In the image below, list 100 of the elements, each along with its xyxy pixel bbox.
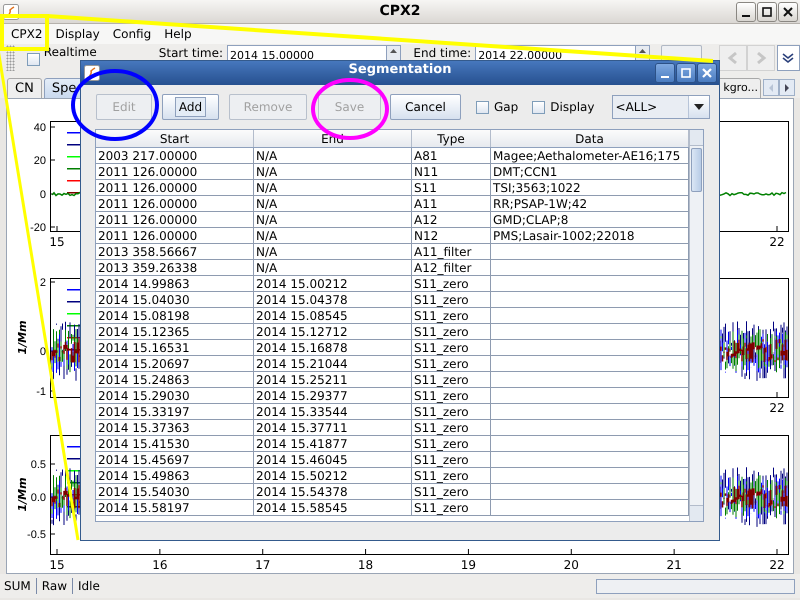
table-cell: 2014 15.49863 — [96, 468, 254, 483]
toolbar-grip[interactable] — [6, 45, 15, 71]
dialog-button[interactable]: Add — [162, 94, 219, 120]
maximize-button[interactable] — [676, 63, 696, 83]
field-label: Start time: — [158, 47, 224, 60]
dialog-button[interactable]: Cancel — [390, 94, 461, 120]
maximize-button[interactable] — [757, 2, 777, 22]
table-cell: S11 — [412, 180, 491, 195]
column-header[interactable]: Start — [96, 130, 254, 147]
table-cell: S11_zero — [412, 340, 491, 355]
axis-label: 1/Mm — [16, 320, 29, 355]
table-cell: 2014 15.50212 — [254, 468, 412, 483]
axis-label: 1/Mm — [16, 477, 29, 512]
table-cell: 2011 126.00000 — [96, 212, 254, 227]
filter-dropdown[interactable]: <ALL> — [612, 95, 710, 119]
tick-label: 22 — [769, 235, 785, 249]
tick-label: 0.5 — [30, 459, 46, 471]
table-cell: S11_zero — [412, 484, 491, 499]
close-button[interactable] — [778, 2, 798, 22]
spin-up-icon — [639, 49, 646, 53]
checkbox-label: Realtime — [44, 46, 97, 59]
table-cell: 2014 15.12712 — [254, 324, 412, 339]
tick-label: 16 — [152, 558, 168, 572]
scrollbar[interactable] — [689, 130, 703, 521]
table-cell: S11_zero — [412, 436, 491, 451]
checkbox[interactable] — [476, 100, 489, 114]
tick-label: 15 — [49, 558, 65, 572]
table-cell: N/A — [254, 260, 412, 275]
table-cell: 2014 14.99863 — [96, 276, 254, 291]
table-cell: S11_zero — [412, 292, 491, 307]
expand-button[interactable] — [776, 45, 800, 71]
checkbox[interactable] — [26, 53, 40, 66]
table-cell: A11 — [412, 196, 491, 211]
tick-label: 20 — [34, 155, 46, 167]
table-cell: S11_zero — [412, 500, 491, 515]
table-cell: 2014 15.54378 — [254, 484, 412, 499]
table-cell: N12 — [412, 228, 491, 243]
table-cell: N/A — [254, 228, 412, 243]
table-cell: S11_zero — [412, 468, 491, 483]
dropdown-arrow-icon — [694, 104, 704, 110]
table-cell: 2014 15.08545 — [254, 308, 412, 323]
triangle-right-icon — [783, 82, 791, 94]
table-cell: 2014 15.16878 — [254, 340, 412, 355]
table-cell: N/A — [254, 164, 412, 179]
column-header[interactable]: Type — [412, 130, 491, 147]
table-cell: S11_zero — [412, 324, 491, 339]
table-cell: 2014 15.20697 — [96, 356, 254, 371]
tick-label: 20 — [564, 558, 579, 572]
minimize-button[interactable] — [736, 2, 756, 22]
tick-label: 0 — [40, 346, 46, 358]
checkbox[interactable] — [532, 100, 546, 114]
table-cell: N/A — [254, 196, 412, 211]
tick-label: 21 — [666, 558, 682, 572]
table-cell: 2011 126.00000 — [96, 180, 254, 195]
tick-label: -20 — [30, 222, 46, 234]
maximize-icon — [678, 65, 694, 81]
table-cell: 2014 15.25211 — [254, 372, 412, 387]
table-cell: 2014 15.58545 — [254, 500, 412, 515]
menu-item[interactable]: CPX2 — [6, 25, 48, 43]
menu-item[interactable]: Display — [50, 25, 105, 43]
minimize-button[interactable] — [655, 63, 675, 83]
table-cell: A12 — [412, 212, 491, 227]
table-cell: 2014 15.04030 — [96, 292, 254, 307]
table-cell: S11_zero — [412, 388, 491, 403]
table-cell: 2014 15.29030 — [96, 388, 254, 403]
table-cell: 2013 358.56667 — [96, 244, 254, 259]
table-cell: N/A — [254, 180, 412, 195]
table-cell: 2014 15.33544 — [254, 404, 412, 419]
table-cell: 2014 15.29377 — [254, 388, 412, 403]
tick-label: 0.0 — [30, 492, 46, 504]
table-cell: N/A — [254, 244, 412, 259]
tick-label: 17 — [255, 558, 270, 572]
table-cell: S11_zero — [412, 420, 491, 435]
table-cell: 2014 15.37711 — [254, 420, 412, 435]
minimize-icon — [742, 14, 750, 16]
tick-label: 0 — [40, 189, 46, 201]
table-cell: 2013 359.26338 — [96, 260, 254, 275]
table-cell: N/A — [254, 212, 412, 227]
field-label: End time: — [413, 47, 472, 60]
tab[interactable]: CN — [7, 78, 42, 98]
status-text: Idle — [78, 578, 100, 595]
table-cell: 2014 15.45697 — [96, 452, 254, 467]
table-cell: A11_filter — [412, 244, 491, 259]
table-cell: S11_zero — [412, 404, 491, 419]
tick-label: -1 — [36, 386, 46, 398]
scroll-right-button[interactable] — [779, 79, 795, 96]
tick-label: 22 — [769, 558, 785, 572]
table-cell: 2011 126.00000 — [96, 228, 254, 243]
back-button[interactable] — [718, 45, 747, 71]
table-cell: 2011 126.00000 — [96, 196, 254, 211]
close-button[interactable] — [697, 63, 717, 83]
table-cell: N11 — [412, 164, 491, 179]
tick-label: 22 — [769, 401, 785, 415]
table-cell: 2014 15.58197 — [96, 500, 254, 515]
table-cell: S11_zero — [412, 356, 491, 371]
table-cell: 2014 15.08198 — [96, 308, 254, 323]
menu-item[interactable]: Config — [108, 25, 156, 43]
menu-item[interactable]: Help — [159, 25, 197, 43]
table-cell: 2014 15.37363 — [96, 420, 254, 435]
table-cell: S11_zero — [412, 308, 491, 323]
